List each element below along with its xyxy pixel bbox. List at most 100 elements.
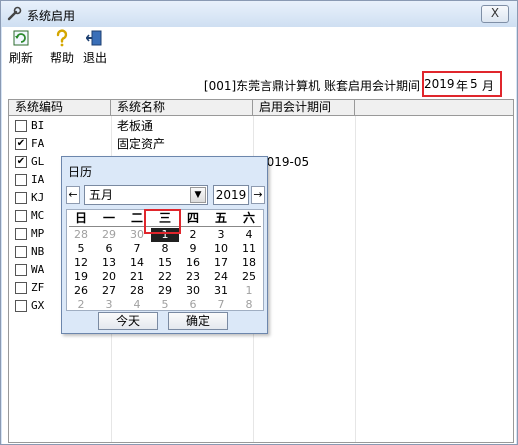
day-cell[interactable]: 29 [151, 284, 179, 298]
day-cell[interactable]: 28 [67, 228, 95, 242]
day-cell[interactable]: 3 [207, 228, 235, 242]
system-code: WA [31, 263, 45, 276]
toolbar: 刷新 帮助 退出 [2, 27, 516, 69]
weekday-header: 日 [74, 211, 87, 225]
day-cell[interactable]: 17 [207, 256, 235, 270]
weekday-header: 五 [214, 211, 227, 225]
day-cell[interactable]: 3 [95, 298, 123, 312]
day-cell[interactable]: 23 [179, 270, 207, 284]
prev-month-button[interactable]: ← [66, 186, 80, 204]
day-cell[interactable]: 19 [67, 270, 95, 284]
month-select-value: 五月 [89, 188, 114, 202]
exit-label: 退出 [82, 51, 107, 65]
company-period-label: [001]东莞言鼎计算机 账套启用会计期间 [203, 79, 420, 93]
refresh-icon [13, 30, 29, 46]
period-year: 2019 [424, 77, 455, 91]
column-header-name[interactable]: 系统名称 [111, 100, 253, 116]
ok-button[interactable]: 确定 [168, 312, 228, 330]
day-cell[interactable]: 15 [151, 256, 179, 270]
day-cell[interactable]: 1 [235, 284, 263, 298]
day-cell[interactable]: 29 [95, 228, 123, 242]
tool-icon [7, 6, 22, 21]
table-row[interactable]: BI 老板通 [9, 117, 513, 135]
day-cell[interactable]: 26 [67, 284, 95, 298]
day-cell[interactable]: 5 [67, 242, 95, 256]
calendar-nav: ← 五月 ▼ 2019 → [66, 184, 265, 206]
exit-door-icon [86, 30, 102, 46]
system-code: MP [31, 227, 45, 240]
weekday-header: 四 [186, 211, 199, 225]
day-cell[interactable]: 24 [207, 270, 235, 284]
enable-checkbox[interactable] [15, 300, 27, 312]
day-cell[interactable]: 7 [123, 242, 151, 256]
column-header-code[interactable]: 系统编码 [9, 100, 111, 116]
title-bar: 系统启用 X [1, 1, 517, 27]
close-button[interactable]: X [481, 5, 509, 23]
table-row[interactable]: ✔ FA 固定资产 [9, 135, 513, 153]
enable-checkbox[interactable] [15, 228, 27, 240]
refresh-label: 刷新 [8, 51, 33, 65]
accounting-period-row: [001]东莞言鼎计算机 账套启用会计期间 2019 年 5 月 [2, 71, 516, 97]
period-month: 5 [470, 77, 478, 91]
day-cell[interactable]: 8 [151, 242, 179, 256]
enable-checkbox[interactable] [15, 120, 27, 132]
today-button[interactable]: 今天 [98, 312, 158, 330]
enable-checkbox[interactable] [15, 282, 27, 294]
chevron-down-icon[interactable]: ▼ [190, 187, 206, 203]
enable-checkbox[interactable] [15, 246, 27, 258]
day-cell[interactable]: 14 [123, 256, 151, 270]
enable-checkbox[interactable] [15, 174, 27, 186]
day-cell[interactable]: 20 [95, 270, 123, 284]
day-cell[interactable]: 16 [179, 256, 207, 270]
system-name: 老板通 [117, 119, 154, 133]
help-icon [56, 29, 68, 47]
day-cell[interactable]: 22 [151, 270, 179, 284]
day-cell[interactable]: 11 [235, 242, 263, 256]
day-cell[interactable]: 28 [123, 284, 151, 298]
day-cell[interactable]: 2 [67, 298, 95, 312]
day-cell[interactable]: 7 [207, 298, 235, 312]
day-cell[interactable]: 12 [67, 256, 95, 270]
day-cell[interactable]: 10 [207, 242, 235, 256]
system-code: IA [31, 173, 45, 186]
day-cell[interactable]: 21 [123, 270, 151, 284]
day-cell[interactable]: 27 [95, 284, 123, 298]
column-header-period[interactable]: 启用会计期间 [253, 100, 355, 116]
day-cell[interactable]: 5 [151, 298, 179, 312]
help-button[interactable]: 帮助 [47, 29, 77, 67]
refresh-button[interactable]: 刷新 [6, 29, 36, 67]
day-cell[interactable]: 18 [235, 256, 263, 270]
day-cell[interactable]: 9 [179, 242, 207, 256]
enable-checkbox[interactable]: ✔ [15, 138, 27, 150]
enable-checkbox[interactable] [15, 210, 27, 222]
year-input[interactable]: 2019 [213, 185, 249, 205]
client-area: 刷新 帮助 退出 [001]东莞言鼎计算机 账套启用会计期间 2019 年 5 … [2, 27, 516, 444]
period-month-unit: 月 [482, 79, 495, 93]
day-cell[interactable]: 30 [179, 284, 207, 298]
enable-checkbox[interactable] [15, 192, 27, 204]
weekday-header: 六 [242, 211, 255, 225]
day-cell[interactable]: 4 [123, 298, 151, 312]
calendar-popup: 日历 ← 五月 ▼ 2019 → 日一二三四五六 28 29 30 1 2 3 4 5 6 7 8 9 1… [61, 156, 268, 334]
day-cell[interactable]: 6 [95, 242, 123, 256]
calendar-title: 日历 [68, 165, 93, 179]
day-cell[interactable]: 13 [95, 256, 123, 270]
enable-checkbox[interactable]: ✔ [15, 156, 27, 168]
system-enable-window: 系统启用 X 刷新 帮助 退出 [001]东莞言鼎计算机 账套启用会计期间 20… [0, 0, 518, 445]
system-code: NB [31, 245, 45, 258]
next-month-button[interactable]: → [251, 186, 265, 204]
day-cell[interactable]: 25 [235, 270, 263, 284]
exit-button[interactable]: 退出 [80, 29, 110, 67]
enable-checkbox[interactable] [15, 264, 27, 276]
day-cell[interactable]: 4 [235, 228, 263, 242]
month-select[interactable]: 五月 ▼ [84, 185, 208, 205]
day-cell[interactable]: 31 [207, 284, 235, 298]
day-cell[interactable]: 2 [179, 228, 207, 242]
selected-day-highlight [144, 209, 181, 234]
system-code: GL [31, 155, 45, 168]
system-code: MC [31, 209, 45, 222]
day-cell[interactable]: 8 [235, 298, 263, 312]
system-name: 固定资产 [117, 137, 166, 151]
system-code: GX [31, 299, 45, 312]
day-cell[interactable]: 6 [179, 298, 207, 312]
